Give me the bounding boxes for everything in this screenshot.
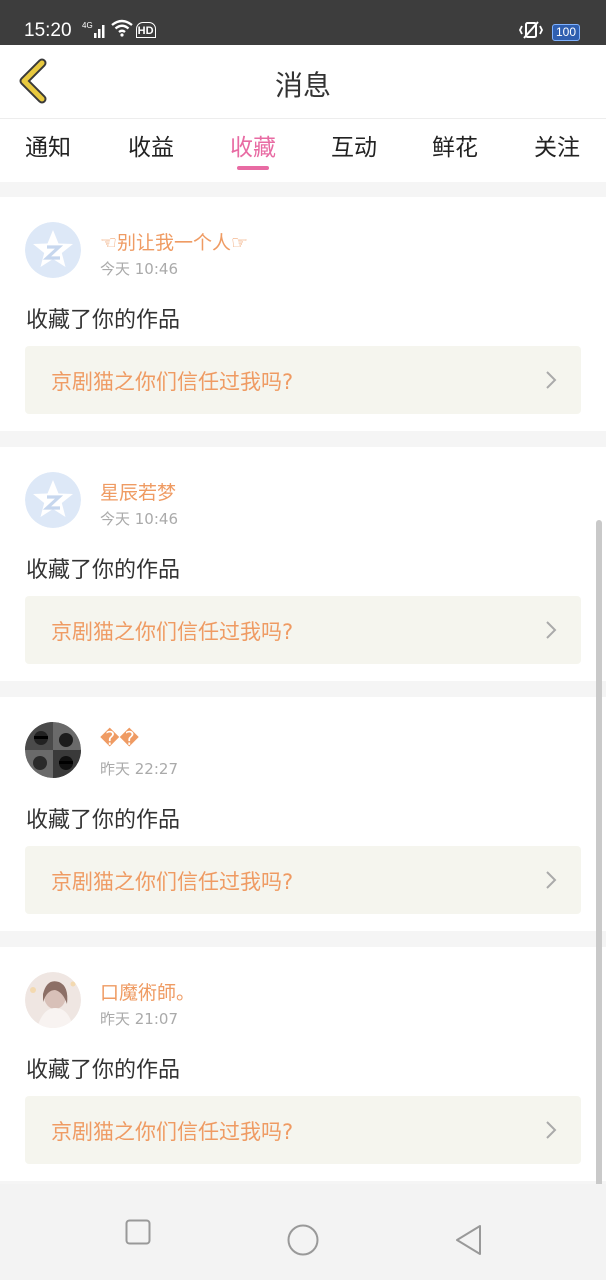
action-text: 收藏了你的作品 [26,308,181,333]
tab-flowers[interactable]: 鲜花 [410,128,500,162]
signal-icon: 4G [82,22,108,38]
work-link[interactable]: 京剧猫之你们信任过我吗? [25,846,581,914]
tab-notifications[interactable]: 通知 [3,128,93,162]
avatar[interactable] [25,472,81,528]
tab-favorites[interactable]: 收藏 [208,128,298,162]
work-link[interactable]: 京剧猫之你们信任过我吗? [25,1096,581,1164]
photo-avatar-icon [25,972,81,1028]
chevron-right-icon [546,871,557,889]
system-nav-bar [0,1184,606,1280]
timestamp: 今天 10:46 [100,260,178,278]
wifi-icon [110,19,133,41]
work-link[interactable]: 京剧猫之你们信任过我吗? [25,596,581,664]
home-button[interactable] [287,1224,319,1260]
action-text: 收藏了你的作品 [26,1058,181,1083]
tab-interactions[interactable]: 互动 [309,128,399,162]
qq-default-avatar-icon [25,222,81,278]
work-link[interactable]: 京剧猫之你们信任过我吗? [25,346,581,414]
message-card: 口魔術師。 昨天 21:07 收藏了你的作品 京剧猫之你们信任过我吗? [0,947,606,1181]
chevron-right-icon [546,1121,557,1139]
chevron-right-icon [546,371,557,389]
work-title: 京剧猫之你们信任过我吗? [51,370,294,394]
network-type-label: 4G [82,21,93,30]
nav-back-button[interactable] [455,1224,483,1260]
username[interactable]: ☜别让我一个人☞ [100,228,248,255]
work-title: 京剧猫之你们信任过我吗? [51,1120,294,1144]
action-text: 收藏了你的作品 [26,808,181,833]
photo-avatar-icon [25,722,81,778]
status-right: 100 [518,20,580,44]
timestamp: 昨天 21:07 [100,1010,178,1028]
qq-default-avatar-icon [25,472,81,528]
status-bar: 15:20 4G HD 100 [0,0,606,45]
status-time: 15:20 [24,20,72,41]
avatar[interactable] [25,222,81,278]
message-card: ☜别让我一个人☞ 今天 10:46 收藏了你的作品 京剧猫之你们信任过我吗? [0,197,606,431]
page-title: 消息 [274,69,331,102]
work-title: 京剧猫之你们信任过我吗? [51,870,294,894]
work-title: 京剧猫之你们信任过我吗? [51,620,294,644]
username[interactable]: �� [100,728,139,750]
top-header: 消息 [0,45,606,119]
chevron-right-icon [546,621,557,639]
action-text: 收藏了你的作品 [26,558,181,583]
active-tab-indicator [237,166,269,170]
tab-bar: 通知 收益 收藏 互动 鲜花 关注 [0,119,606,182]
hd-icon: HD [135,22,156,38]
status-icons: 4G HD [82,19,156,41]
battery-indicator: 100 [551,23,580,41]
recents-button[interactable] [125,1219,151,1249]
triangle-back-icon [456,1225,481,1255]
vibrate-icon [518,20,544,44]
username[interactable]: 星辰若梦 [100,478,176,505]
timestamp: 今天 10:46 [100,510,178,528]
tab-earnings[interactable]: 收益 [106,128,196,162]
square-icon [125,1219,151,1245]
circle-icon [287,1224,319,1256]
scrollbar[interactable] [596,520,602,1196]
username[interactable]: 口魔術師。 [100,978,195,1005]
avatar[interactable] [25,972,81,1028]
timestamp: 昨天 22:27 [100,760,178,778]
message-card: �� 昨天 22:27 收藏了你的作品 京剧猫之你们信任过我吗? [0,697,606,931]
tab-following[interactable]: 关注 [512,128,602,162]
message-card: 星辰若梦 今天 10:46 收藏了你的作品 京剧猫之你们信任过我吗? [0,447,606,681]
avatar[interactable] [25,722,81,778]
